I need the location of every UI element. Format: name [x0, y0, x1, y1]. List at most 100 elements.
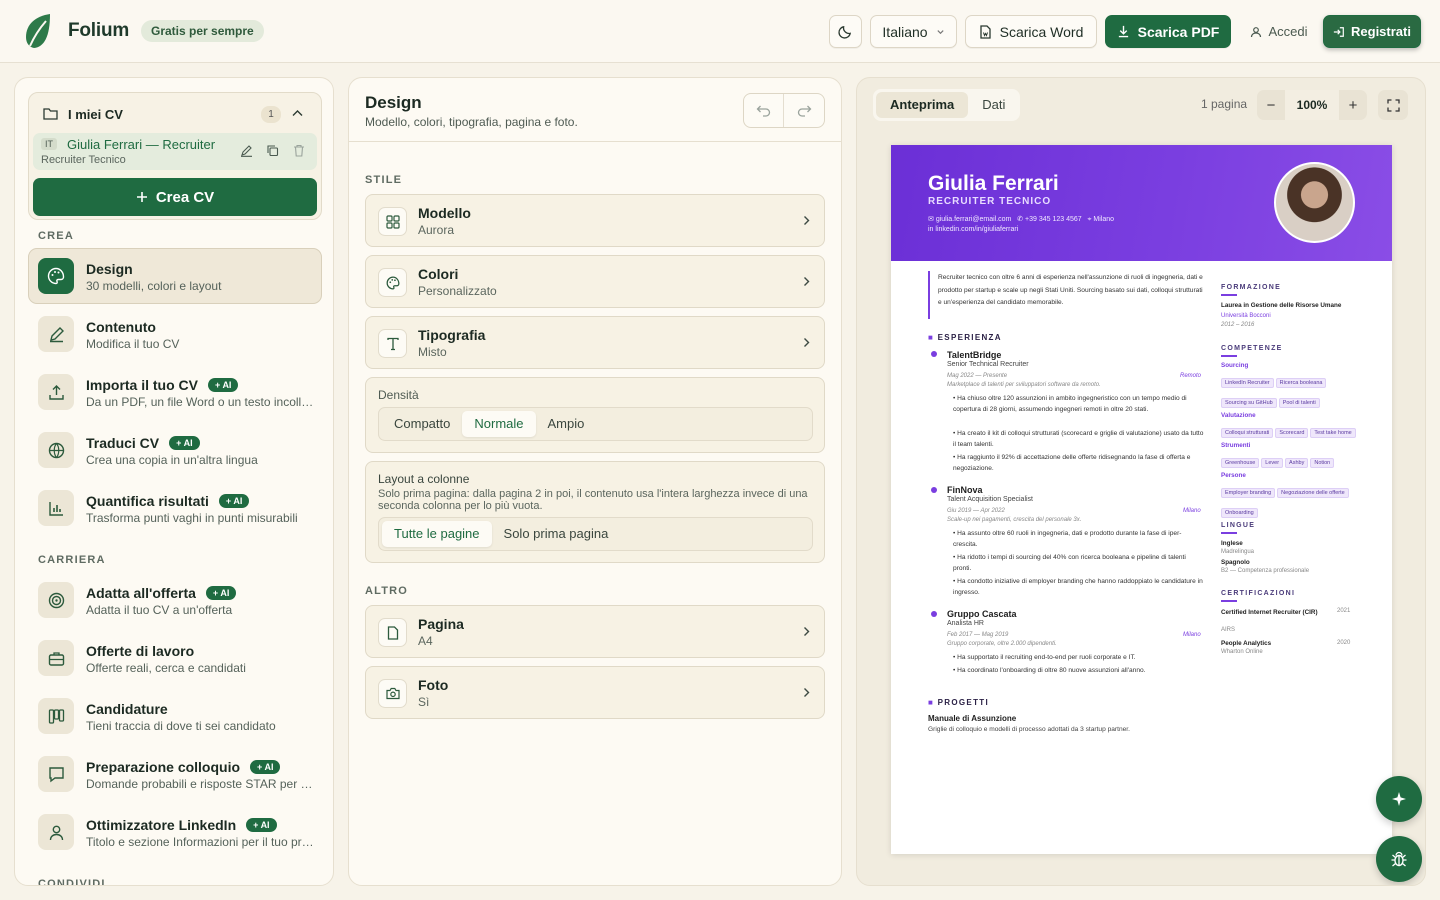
nav-subtitle: Tieni traccia di dove ti sei candidato: [86, 719, 276, 733]
skills-heading: COMPETENZE: [1221, 345, 1283, 352]
columns-option-first[interactable]: Solo prima pagina: [492, 521, 621, 547]
education-heading: FORMAZIONE: [1221, 284, 1282, 291]
undo-button[interactable]: [744, 94, 785, 127]
sidebar-item-content[interactable]: Contenuto Modifica il tuo CV: [28, 306, 322, 362]
cv-language-tag: IT: [41, 138, 57, 150]
section-style-label: STILE: [365, 174, 403, 186]
card-subtitle: Aurora: [418, 223, 455, 237]
download-word-button[interactable]: Scarica Word: [965, 15, 1097, 48]
create-cv-button[interactable]: Crea CV: [33, 178, 317, 216]
redo-button[interactable]: [784, 94, 824, 127]
languages-heading: LINGUE: [1221, 522, 1256, 529]
nav-subtitle: Crea una copia in un'altra lingua: [86, 453, 258, 467]
job-dates: Mag 2022 — Presente: [947, 373, 1008, 379]
ai-assistant-button[interactable]: [1376, 776, 1422, 822]
nav-subtitle: Modifica il tuo CV: [86, 337, 180, 351]
download-pdf-button[interactable]: Scarica PDF: [1105, 15, 1231, 48]
card-template[interactable]: Modello Aurora: [365, 194, 825, 247]
login-label: Accedi: [1268, 24, 1308, 39]
job-company: Gruppo Cascata: [947, 609, 1017, 619]
job-description: Marketplace di talenti per sviluppatori …: [947, 382, 1101, 388]
project-title: Manuale di Assunzione: [928, 714, 1017, 723]
page-count: 1 pagina: [1201, 97, 1248, 111]
sidebar-item-applications[interactable]: Candidature Tieni traccia di dove ti sei…: [28, 688, 322, 744]
language-level: Madrelingua: [1221, 549, 1255, 555]
density-option-normal[interactable]: Normale: [462, 411, 536, 437]
fullscreen-button[interactable]: [1378, 90, 1408, 120]
density-option-wide[interactable]: Ampio: [536, 411, 597, 437]
tab-preview[interactable]: Anteprima: [876, 92, 969, 118]
sidebar-item-import[interactable]: Importa il tuo CV + AI Da un PDF, un file…: [28, 364, 322, 420]
trash-icon[interactable]: [293, 144, 305, 157]
zoom-out-button[interactable]: −: [1257, 97, 1285, 114]
density-segmented-control: Compatto Normale Ampio: [378, 407, 813, 441]
job-role: Analista HR: [947, 620, 984, 627]
sidebar-item-design[interactable]: Design 30 modelli, colori e layout: [28, 248, 322, 304]
card-title: Foto: [418, 677, 449, 693]
sidebar-item-linkedin[interactable]: Ottimizzatore LinkedIn + AI Titolo e sezi…: [28, 804, 322, 860]
zoom-in-button[interactable]: +: [1339, 97, 1367, 114]
bug-icon: [1391, 851, 1407, 867]
job-bullet: • Ha raggiunto il 92% di accettazione de…: [953, 454, 1191, 472]
copy-icon[interactable]: [266, 144, 279, 157]
type-icon: [378, 329, 407, 358]
nav-title: Importa il tuo CV: [86, 377, 198, 393]
language-select[interactable]: Italiano: [870, 15, 957, 48]
resume-contacts: ✉ giulia.ferrari@email.com ✆ +39 345 123…: [928, 216, 1115, 223]
cv-item[interactable]: IT Giulia Ferrari — Recruiter Recruiter …: [33, 133, 317, 170]
tab-data[interactable]: Dati: [970, 92, 1017, 118]
page-icon: [378, 618, 407, 647]
columns-option-all[interactable]: Tutte le pagine: [382, 521, 492, 547]
nav-subtitle: Adatta il tuo CV a un'offerta: [86, 603, 233, 617]
density-option-compact[interactable]: Compatto: [382, 411, 462, 437]
theme-toggle-button[interactable]: [829, 15, 862, 48]
job-description: Scale-up nei pagamenti, crescita del per…: [947, 517, 1082, 523]
resume-header: Giulia Ferrari RECRUITER TECNICO ✉ giuli…: [891, 145, 1392, 261]
nav-title: Quantifica risultati: [86, 493, 209, 509]
cv-item-subtitle: Recruiter Tecnico: [41, 154, 126, 166]
chevron-right-icon: [804, 277, 810, 286]
card-colors[interactable]: Colori Personalizzato: [365, 255, 825, 308]
bug-report-button[interactable]: [1376, 836, 1422, 882]
education-years: 2012 – 2016: [1221, 322, 1255, 328]
sidebar-item-translate[interactable]: Traduci CV + AI Crea una copia in un'altr…: [28, 422, 322, 478]
sidebar-item-quantify[interactable]: Quantifica risultati + AI Trasforma punti…: [28, 480, 322, 536]
register-button[interactable]: Registrati: [1323, 15, 1421, 48]
folder-icon: [43, 108, 58, 120]
card-typography[interactable]: Tipografia Misto: [365, 316, 825, 369]
job-place: Remoto: [1180, 373, 1202, 379]
card-title: Modello: [418, 205, 471, 221]
nav-title: Contenuto: [86, 319, 156, 335]
expand-icon: [1386, 98, 1400, 112]
density-label: Densità: [378, 388, 419, 402]
job-bullet: • Ha supportato il recruiting end-to-end…: [953, 654, 1136, 661]
kanban-icon: [38, 698, 74, 734]
language-name: Spagnolo: [1221, 559, 1250, 566]
language-name: Inglese: [1221, 540, 1243, 547]
panel-title: Design: [365, 93, 422, 112]
top-bar: Folium Gratis per sempre Italiano Scaric…: [0, 0, 1440, 63]
sidebar-item-interview[interactable]: Preparazione colloquio + AI Domande proba…: [28, 746, 322, 802]
edit-icon[interactable]: [240, 144, 253, 157]
job-bullet: • Ha ridotto i tempi di sourcing del 40%…: [953, 554, 1186, 572]
language-level: B2 — Competenza professionale: [1221, 568, 1310, 574]
login-button[interactable]: Accedi: [1243, 15, 1315, 48]
card-photo[interactable]: Foto Sì: [365, 666, 825, 719]
cv-item-title: Giulia Ferrari — Recruiter: [67, 137, 216, 152]
free-badge: Gratis per sempre: [141, 20, 264, 42]
chevron-up-icon[interactable]: [292, 109, 303, 117]
create-cv-label: Crea CV: [155, 188, 215, 206]
job-bullet: • Ha assunto oltre 60 ruoli in ingegneri…: [953, 530, 1182, 548]
resume-linkedin: in linkedin.com/in/giuliaferrari: [928, 226, 1019, 233]
resume-preview: Giulia Ferrari RECRUITER TECNICO ✉ giuli…: [891, 145, 1392, 854]
ai-badge: + AI: [246, 818, 277, 832]
sidebar-item-jobs[interactable]: Offerte di lavoro Offerte reali, cerca e…: [28, 630, 322, 686]
cert-name: Certified Internet Recruiter (CIR): [1221, 609, 1318, 616]
sidebar-item-tailor[interactable]: Adatta all'offerta + AI Adatta il tuo CV …: [28, 572, 322, 628]
nav-subtitle: Trasforma punti vaghi in punti misurabil…: [86, 511, 298, 525]
section-share-label: CONDIVIDI: [38, 878, 106, 886]
card-subtitle: A4: [418, 634, 433, 648]
heading-underline: [1221, 355, 1237, 357]
job-bullet: • Ha chiuso oltre 120 assunzioni in ambi…: [953, 395, 1187, 413]
card-page[interactable]: Pagina A4: [365, 605, 825, 658]
